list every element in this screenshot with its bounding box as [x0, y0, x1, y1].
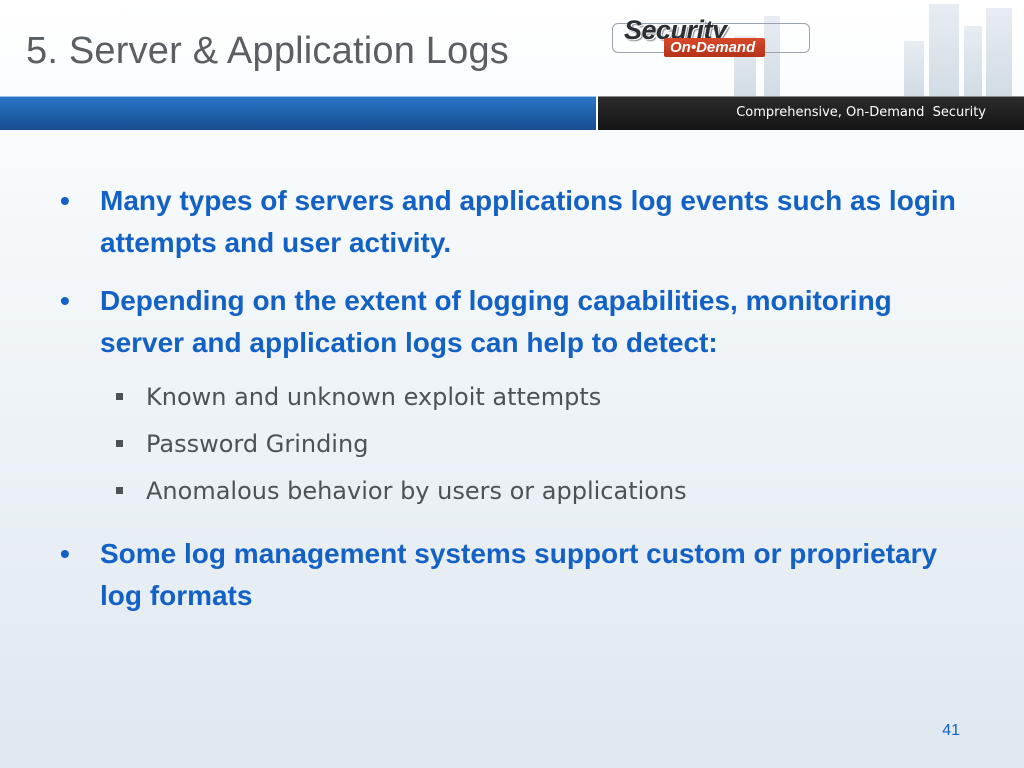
- logo-word-on-demand: On•Demand: [664, 38, 766, 57]
- tagline: Comprehensive, On-Demand Security: [736, 105, 986, 120]
- sub-bullet-item: Known and unknown exploit attempts: [116, 374, 960, 421]
- sub-bullet-item: Password Grinding: [116, 421, 960, 468]
- bullet-text: Some log management systems support cust…: [100, 538, 938, 611]
- slide-title: 5. Server & Application Logs: [26, 30, 509, 72]
- sub-bullet-text: Anomalous behavior by users or applicati…: [146, 477, 687, 505]
- bullet-dot-icon: •: [60, 285, 70, 316]
- square-bullet-icon: [116, 440, 123, 447]
- square-bullet-icon: [116, 393, 123, 400]
- header-bar-dark: Comprehensive, On-Demand Security: [598, 96, 1024, 130]
- sub-bullet-text: Known and unknown exploit attempts: [146, 383, 602, 411]
- page-number: 41: [942, 722, 960, 739]
- bullet-item: • Depending on the extent of logging cap…: [60, 280, 960, 364]
- sub-bullet-text: Password Grinding: [146, 430, 369, 458]
- square-bullet-icon: [116, 487, 123, 494]
- header-bar-blue: [0, 96, 596, 130]
- company-logo: Security On•Demand: [612, 15, 812, 59]
- sub-bullet-list: Known and unknown exploit attempts Passw…: [60, 374, 960, 515]
- bullet-text: Depending on the extent of logging capab…: [100, 285, 892, 358]
- sub-bullet-item: Anomalous behavior by users or applicati…: [116, 468, 960, 515]
- bullet-text: Many types of servers and applications l…: [100, 185, 956, 258]
- bullet-dot-icon: •: [60, 185, 70, 216]
- bullet-dot-icon: •: [60, 538, 70, 569]
- bullet-item: • Many types of servers and applications…: [60, 180, 960, 264]
- bullet-item: • Some log management systems support cu…: [60, 533, 960, 617]
- slide-content: • Many types of servers and applications…: [60, 180, 960, 633]
